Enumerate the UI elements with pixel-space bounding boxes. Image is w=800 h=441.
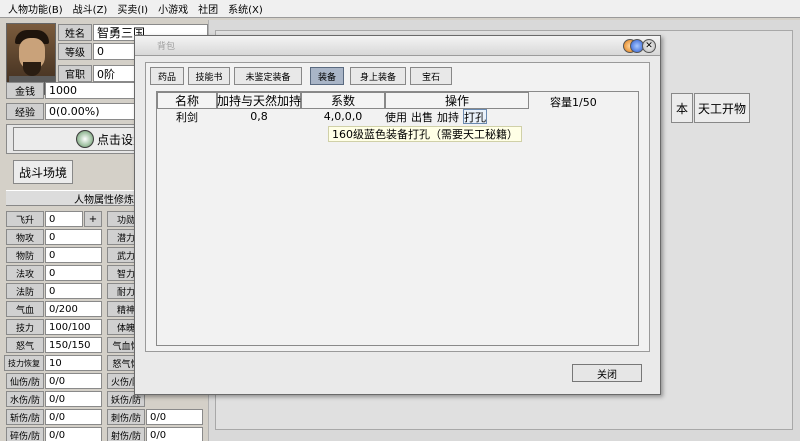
gold-label: 金钱: [6, 82, 44, 99]
attr-nuqi-value: 150/150: [45, 337, 102, 353]
tiangong-kaiwu-button[interactable]: 天工开物: [694, 93, 750, 123]
column-header-operation: 操作: [385, 92, 529, 109]
tab-equipment[interactable]: 装备: [310, 67, 344, 85]
punch-hole-action[interactable]: 打孔: [463, 109, 487, 124]
attr-fagong-value: 0: [45, 265, 102, 281]
attr-fafang-value: 0: [45, 283, 102, 299]
attr-shuishang-value: 0/0: [45, 391, 102, 407]
attr-jili-value: 100/100: [45, 319, 102, 335]
attr-sheshang-label: 射伤/防: [107, 427, 145, 441]
item-bonus: 0,8: [250, 110, 268, 123]
attr-jili-recovery-label: 技力恢复: [4, 355, 44, 371]
attr-wugong-value: 0: [45, 229, 102, 245]
column-header-bonus: 加持与天然加持: [217, 92, 302, 109]
attr-shuishang-label: 水伤/防: [6, 391, 44, 407]
attr-jili-recovery-value: 10: [45, 355, 102, 371]
tab-medicine[interactable]: 药品: [150, 67, 184, 85]
attr-wufang-label: 物防: [6, 247, 44, 263]
attr-zhanshang-label: 斩伤/防: [6, 409, 44, 425]
enhance-action[interactable]: 加持: [437, 109, 459, 124]
menu-minigames[interactable]: 小游戏: [158, 1, 188, 16]
equipment-table: 名称 加持与天然加持 系数 操作 容量1/50 利剑 0,8 4,0,0,0 使…: [156, 91, 639, 346]
use-action[interactable]: 使用: [385, 109, 407, 124]
attr-sheshang-value: 0/0: [146, 427, 203, 441]
tab-unidentified-equipment[interactable]: 未鉴定装备: [234, 67, 302, 85]
attr-wugong-label: 物攻: [6, 229, 44, 245]
attr-suishang-label: 碎伤/防: [6, 427, 44, 441]
close-x-icon[interactable]: ✕: [642, 39, 656, 53]
menu-system[interactable]: 系统(X): [228, 1, 263, 16]
menu-battle[interactable]: 战斗(Z): [73, 1, 108, 16]
dialog-title: 背包: [157, 42, 176, 52]
attr-feisheng-label: 飞升: [6, 211, 44, 227]
name-label: 姓名: [58, 24, 92, 41]
dialog-body: 药品 技能书 未鉴定装备 装备 身上装备 宝石 名称 加持与天然加持 系数 操作…: [145, 62, 650, 352]
attr-cishang-value: 0/0: [146, 409, 203, 425]
menu-bar: 人物功能(B) 战斗(Z) 买卖(I) 小游戏 社团 系统(X): [0, 0, 800, 18]
punch-hole-tooltip: 160级蓝色装备打孔（需要天工秘籍）: [328, 126, 522, 142]
attr-wufang-value: 0: [45, 247, 102, 263]
battle-scene-button[interactable]: 战斗场境: [13, 160, 73, 184]
tab-worn-equipment[interactable]: 身上装备: [350, 67, 406, 85]
attr-cishang-label: 刺伤/防: [107, 409, 145, 425]
item-coefficient: 4,0,0,0: [323, 110, 363, 123]
exp-label: 经验: [6, 103, 44, 120]
gem-icon: [75, 130, 94, 148]
attr-xianshang-label: 仙伤/防: [6, 373, 44, 389]
menu-guild[interactable]: 社团: [198, 1, 218, 16]
backpack-dialog: 背包 ✕ 药品 技能书 未鉴定装备 装备 身上装备 宝石 名称 加持与天然加持 …: [134, 35, 661, 395]
dialog-title-bar[interactable]: 背包 ✕: [135, 36, 660, 56]
attr-fafang-label: 法防: [6, 283, 44, 299]
attr-jili-label: 技力: [6, 319, 44, 335]
column-header-name: 名称: [157, 92, 217, 109]
sell-action[interactable]: 出售: [411, 109, 433, 124]
feisheng-plus-button[interactable]: +: [84, 211, 102, 227]
attr-suishang-value: 0/0: [45, 427, 102, 441]
attr-fagong-label: 法攻: [6, 265, 44, 281]
menu-trade[interactable]: 买卖(I): [117, 1, 148, 16]
attr-qixue-label: 气血: [6, 301, 44, 317]
rank-label: 官职: [58, 65, 92, 82]
attr-nuqi-label: 怒气: [6, 337, 44, 353]
tab-gems[interactable]: 宝石: [410, 67, 452, 85]
close-button[interactable]: 关闭: [572, 364, 642, 382]
attr-xianshang-value: 0/0: [45, 373, 102, 389]
column-header-coefficient: 系数: [301, 92, 385, 109]
attr-feisheng-value: 0: [45, 211, 83, 227]
item-name: 利剑: [176, 110, 198, 124]
background-button-ben[interactable]: 本: [671, 93, 693, 123]
level-label: 等级: [58, 43, 92, 60]
attr-qixue-value: 0/200: [45, 301, 102, 317]
capacity-text: 容量1/50: [550, 96, 597, 109]
tab-skill-books[interactable]: 技能书: [188, 67, 230, 85]
menu-character-functions[interactable]: 人物功能(B): [8, 1, 63, 16]
attr-zhanshang-value: 0/0: [45, 409, 102, 425]
